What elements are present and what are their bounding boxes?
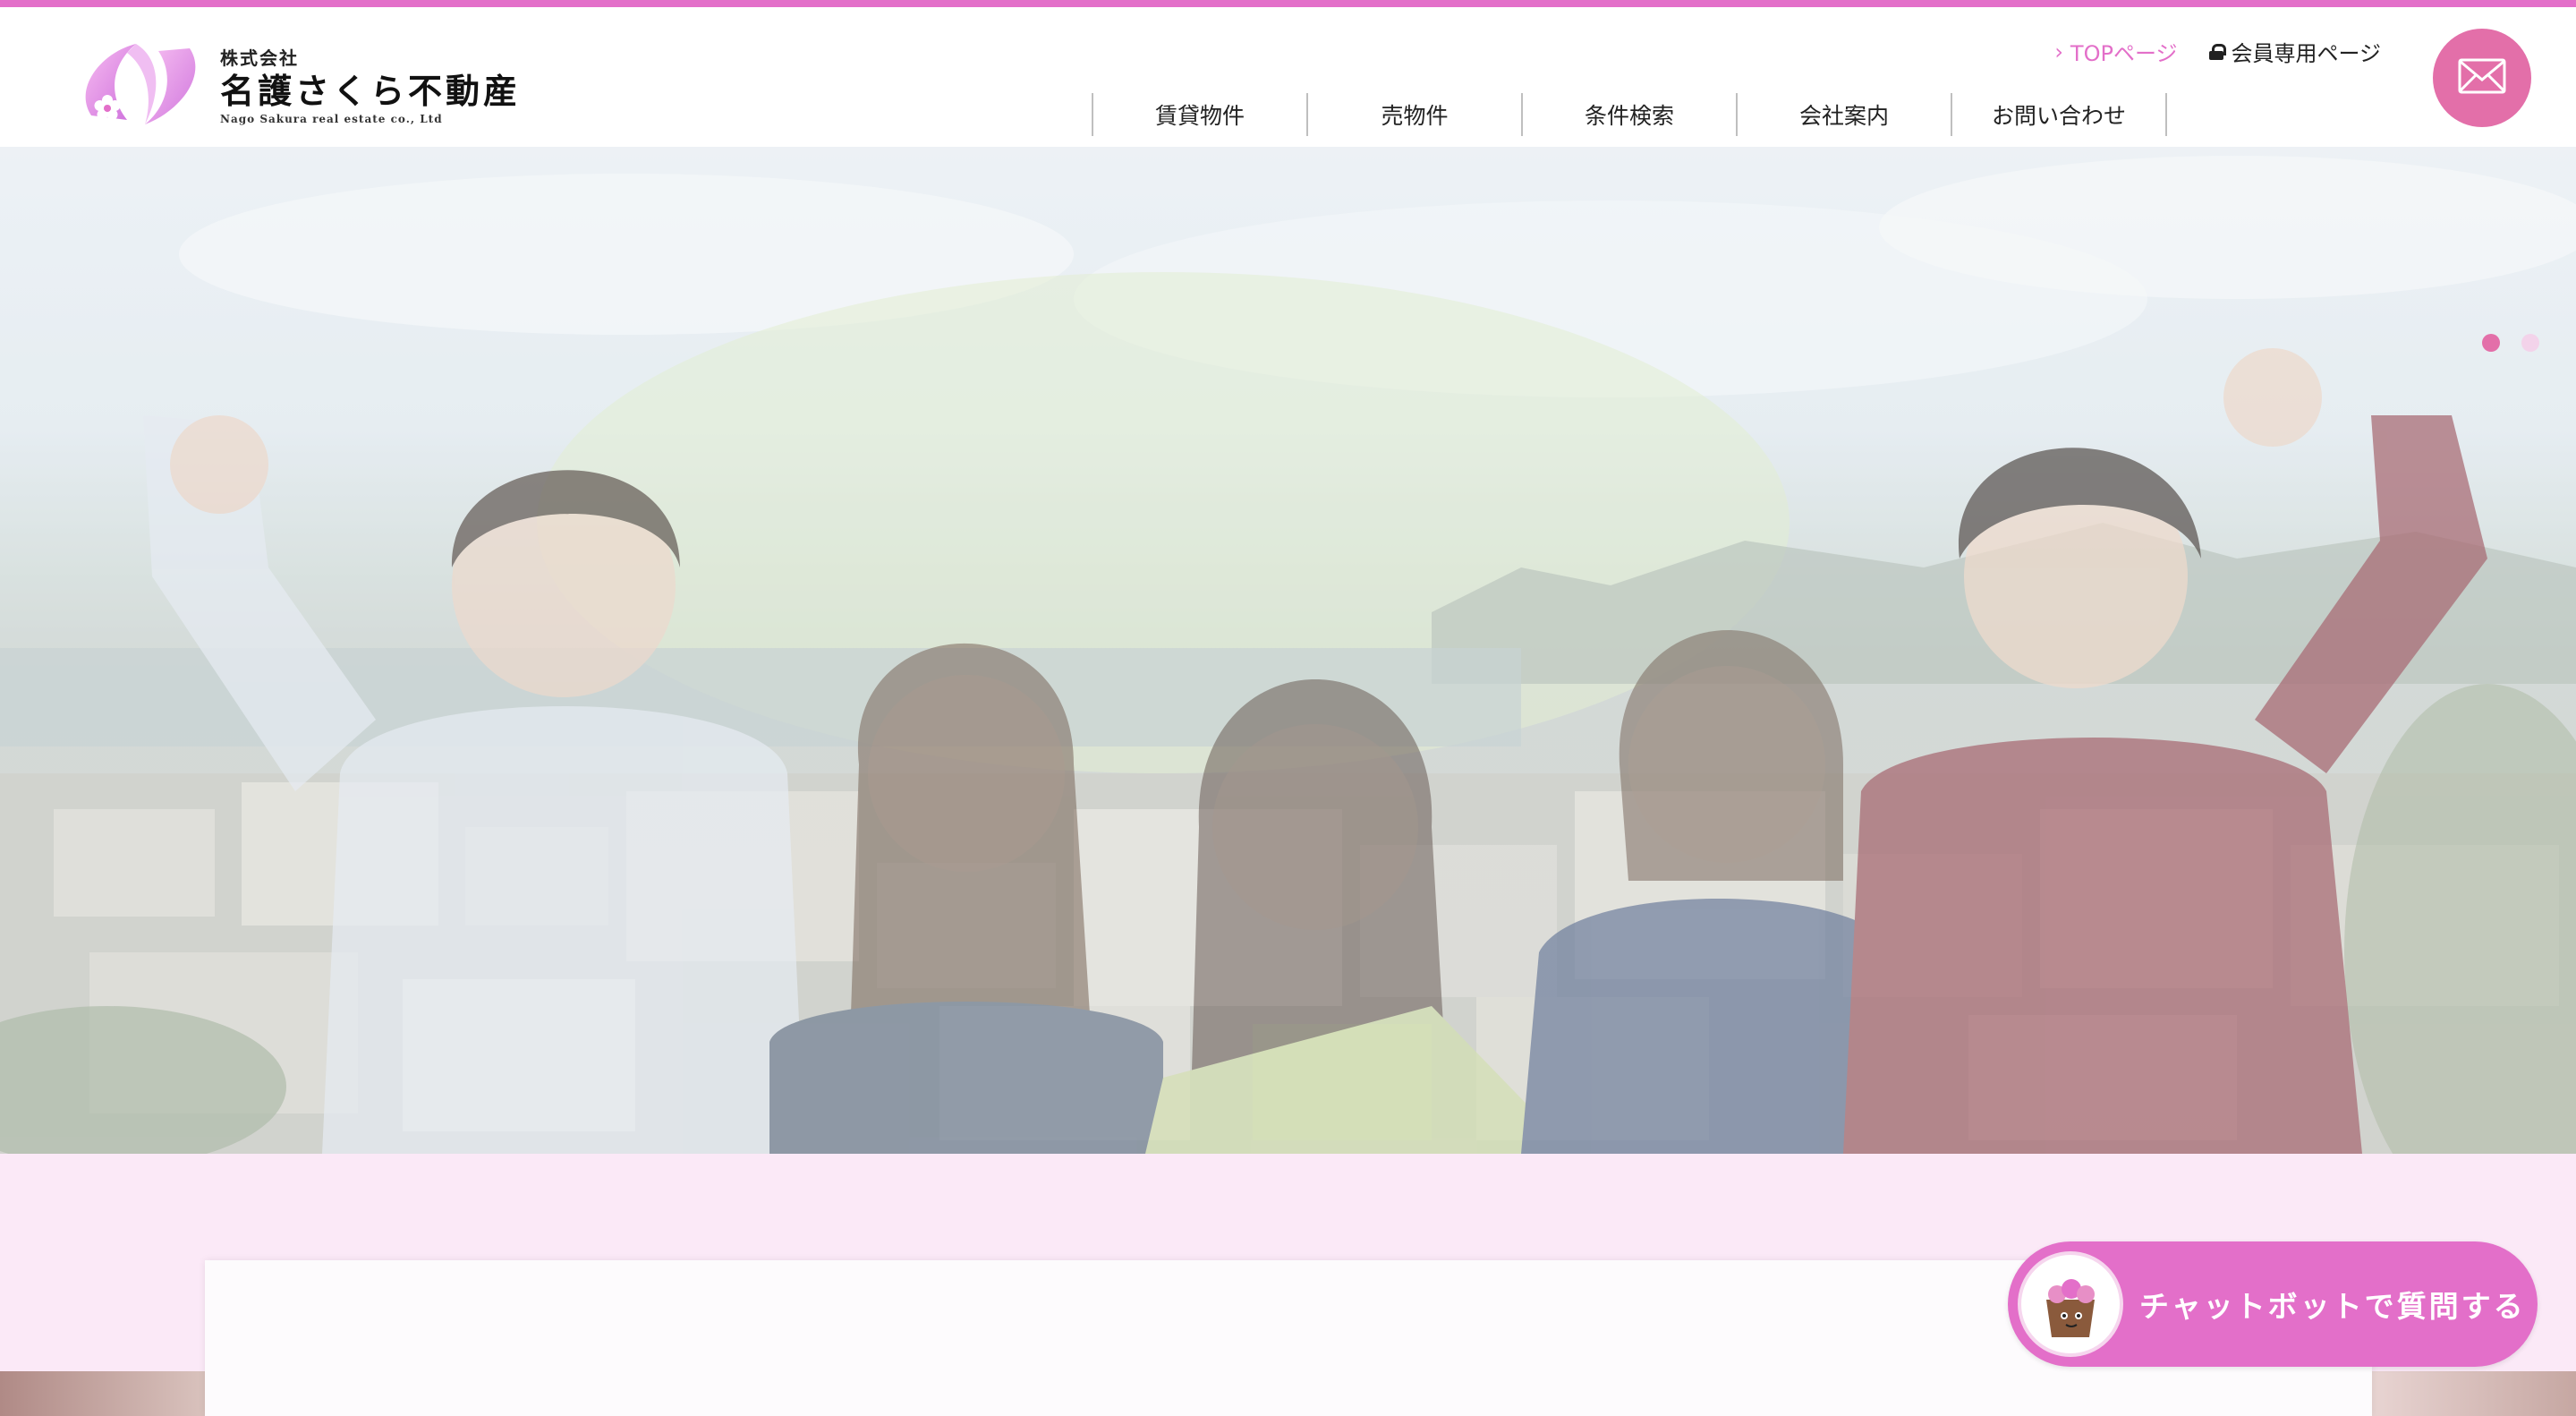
hero-slideshow[interactable] bbox=[0, 147, 2576, 1154]
bottom-image-strip-left bbox=[0, 1371, 205, 1416]
member-page-link[interactable]: 会員専用ページ bbox=[2209, 36, 2381, 67]
nav-item-rental[interactable]: 賃貸物件 bbox=[1093, 93, 1308, 136]
logo-company-name: 名護さくら不動産 bbox=[220, 70, 522, 111]
mail-button[interactable] bbox=[2433, 29, 2531, 127]
slide-dot-1[interactable] bbox=[2482, 334, 2500, 352]
bag-mascot-icon bbox=[2018, 1251, 2123, 1357]
chatbot-label: チャットボットで質問する bbox=[2139, 1289, 2526, 1324]
nav-item-company[interactable]: 会社案内 bbox=[1738, 93, 1952, 136]
slide-indicators bbox=[2482, 334, 2539, 352]
logo-company-type: 株式会社 bbox=[220, 47, 299, 69]
nav-item-sale[interactable]: 売物件 bbox=[1308, 93, 1523, 136]
nav-item-search[interactable]: 条件検索 bbox=[1523, 93, 1738, 136]
envelope-icon bbox=[2458, 58, 2506, 98]
bottom-image-strip-right bbox=[2372, 1371, 2576, 1416]
chatbot-button[interactable]: チャットボットで質問する bbox=[2008, 1241, 2538, 1367]
logo-text: 株式会社 名護さくら不動産 Nago Sakura real estate co… bbox=[220, 44, 521, 125]
main-nav: 賃貸物件 売物件 条件検索 会社案内 お問い合わせ bbox=[1092, 93, 2167, 136]
site-logo[interactable]: 株式会社 名護さくら不動産 Nago Sakura real estate co… bbox=[73, 30, 521, 138]
top-page-link[interactable]: › TOPページ bbox=[2054, 36, 2177, 67]
member-page-label: 会員専用ページ bbox=[2231, 41, 2381, 66]
utility-links: › TOPページ 会員専用ページ bbox=[2054, 36, 2381, 67]
lock-icon bbox=[2209, 43, 2227, 60]
hero-image bbox=[0, 147, 2576, 1154]
logo-roman-name: Nago Sakura real estate co., Ltd bbox=[220, 112, 443, 125]
top-accent-line bbox=[0, 0, 2576, 7]
slide-dot-2[interactable] bbox=[2521, 334, 2539, 352]
nav-item-contact[interactable]: お問い合わせ bbox=[1952, 93, 2167, 136]
sakura-logo-icon bbox=[73, 35, 208, 133]
top-page-label: TOPページ bbox=[2070, 41, 2178, 66]
site-header: 株式会社 名護さくら不動産 Nago Sakura real estate co… bbox=[0, 7, 2576, 147]
chevron-right-icon: › bbox=[2054, 38, 2063, 64]
